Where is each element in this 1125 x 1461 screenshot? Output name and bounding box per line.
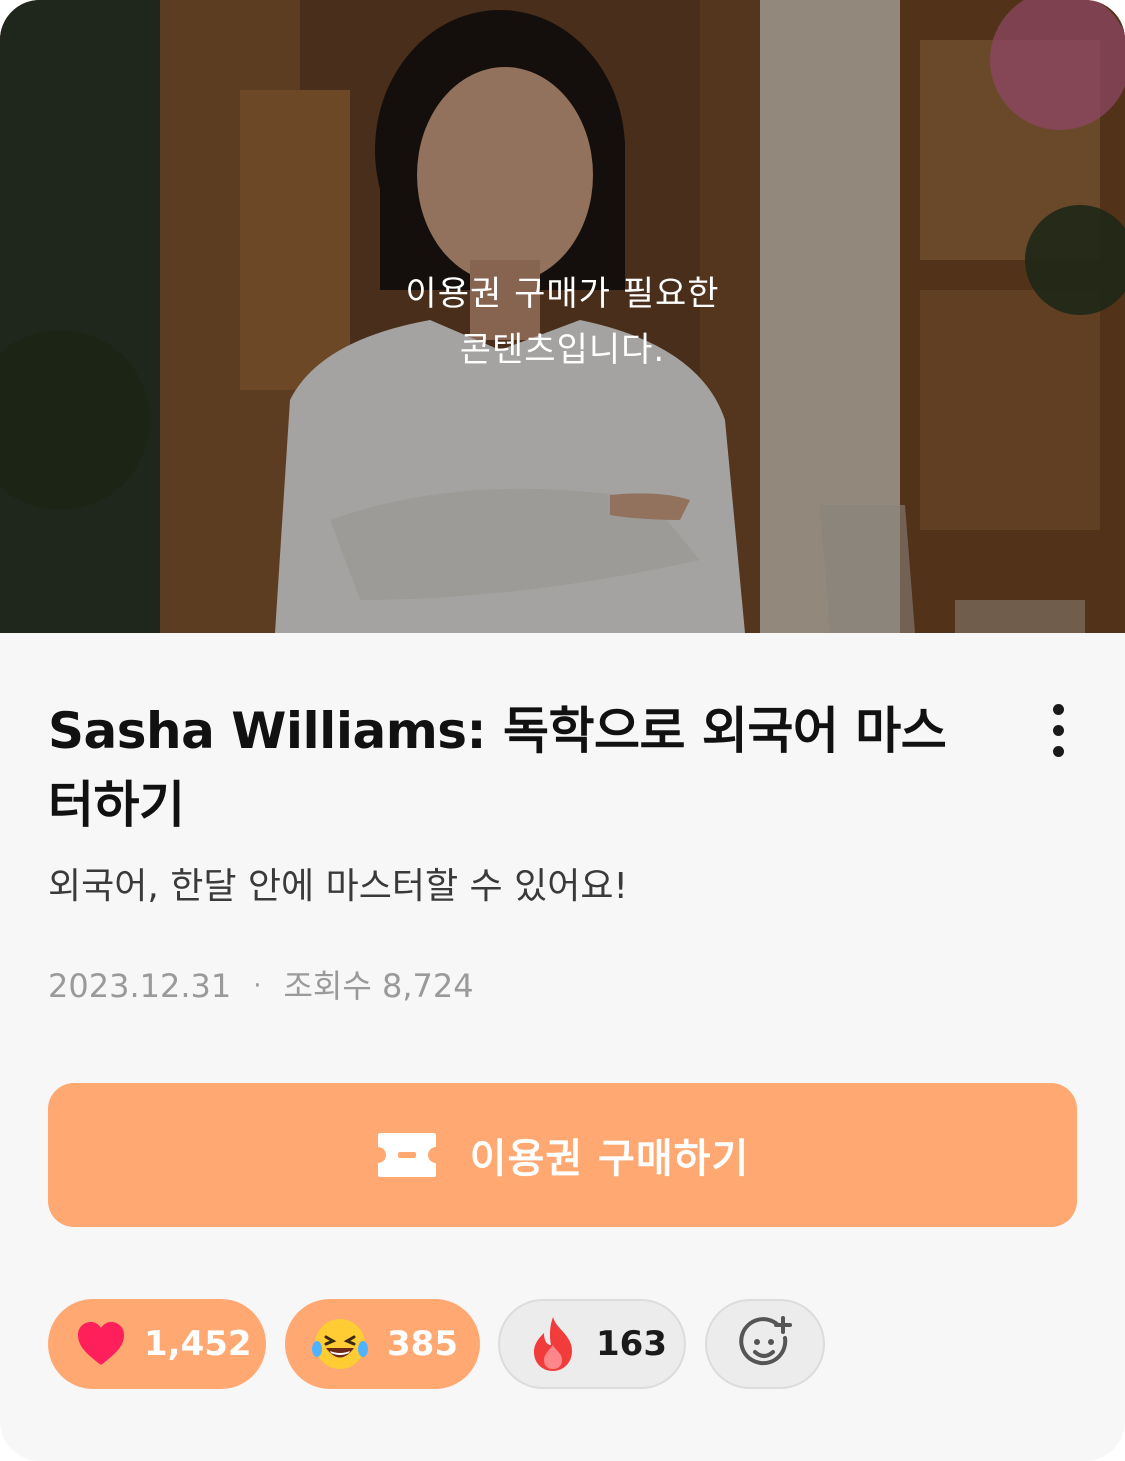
fire-icon [534,1317,572,1371]
post-card: 이용권 구매가 필요한 콘텐츠입니다. Sasha Williams: 독학으로… [0,0,1125,1461]
heart-count: 1,452 [144,1324,252,1364]
post-subtitle: 외국어, 한달 안에 마스터할 수 있어요! [48,866,628,907]
post-title: Sasha Williams: 독학으로 외국어 마스터하기 [48,702,947,834]
locked-content-image[interactable]: 이용권 구매가 필요한 콘텐츠입니다. [0,0,1125,633]
reaction-heart-button[interactable]: 1,452 [48,1299,266,1389]
add-reaction-icon [739,1316,792,1366]
locked-message: 이용권 구매가 필요한 콘텐츠입니다. [0,266,1125,378]
buy-pass-label: 이용권 구매하기 [469,1136,750,1182]
post-date: 2023.12.31 [48,967,232,1005]
view-count: 조회수 8,724 [283,967,474,1005]
locked-message-line2: 콘텐츠입니다. [459,330,666,370]
reaction-fire-button[interactable]: 163 [498,1299,686,1389]
laughing-tears-emoji-icon [312,1319,368,1369]
more-options-icon[interactable] [1030,700,1086,760]
heart-icon [78,1322,124,1365]
locked-message-line1: 이용권 구매가 필요한 [405,274,720,314]
meta-separator: · [253,971,262,1001]
ticket-icon [377,1133,436,1177]
buy-pass-button[interactable]: 이용권 구매하기 [48,1083,1077,1227]
fire-count: 163 [596,1324,667,1364]
laugh-count: 385 [387,1324,458,1364]
post-meta: 2023.12.31 · 조회수 8,724 [48,962,474,1010]
add-reaction-button[interactable] [705,1299,825,1389]
reaction-laugh-button[interactable]: 385 [285,1299,480,1389]
